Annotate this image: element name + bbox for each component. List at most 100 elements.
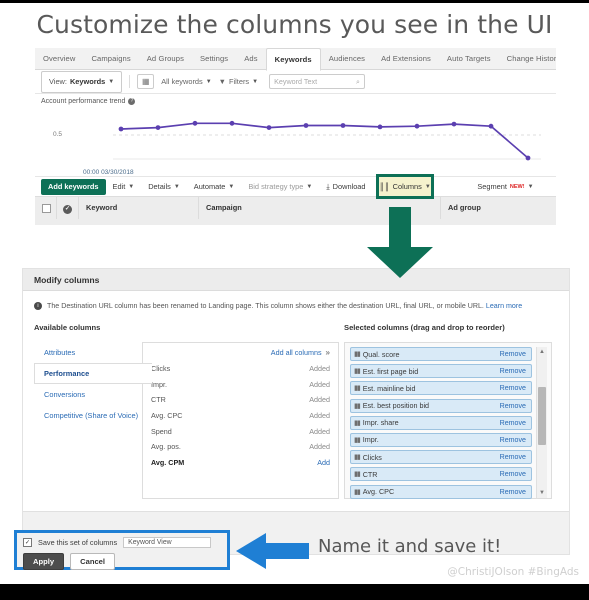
selected-row-avg-cpc[interactable]: ▮▮ Avg. CPC Remove [350,484,532,499]
tab-change-history[interactable]: Change History [499,48,556,69]
available-row-impr[interactable]: Impr. Added [151,377,330,393]
slide-canvas: Customize the columns you see in the UI … [0,0,589,600]
drag-handle-icon[interactable]: ▮▮ [354,384,361,392]
save-columns-callout: ✓ Save this set of columns Keyword View … [14,530,230,570]
grid-icon[interactable]: ▦ [137,74,155,89]
remove-link[interactable]: Remove [500,367,526,375]
scrollbar-thumb[interactable] [538,387,546,445]
save-columns-checkbox[interactable]: ✓ [23,538,32,547]
add-keywords-button[interactable]: Add keywords [41,178,106,195]
available-row-avg-pos[interactable]: Avg. pos. Added [151,439,330,455]
remove-link[interactable]: Remove [500,488,526,496]
learn-more-link[interactable]: Learn more [486,302,522,310]
chart-line [120,122,529,159]
available-row-ctr[interactable]: CTR Added [151,392,330,408]
remove-link[interactable]: Remove [500,419,526,427]
details-menu[interactable]: Details ▼ [141,182,187,191]
add-all-columns-action[interactable]: Add all columns » [151,348,330,357]
drag-handle-icon[interactable]: ▮▮ [354,402,361,410]
drag-handle-icon[interactable]: ▮▮ [354,470,361,478]
search-input[interactable]: Keyword Text ⌕ [269,74,366,89]
drag-handle-icon[interactable]: ▮▮ [354,453,361,461]
bottom-black-bar [0,584,589,600]
selected-row-clicks[interactable]: ▮▮ Clicks Remove [350,450,532,465]
search-placeholder: Keyword Text [274,77,318,86]
main-tab-bar[interactable]: Overview Campaigns Ad Groups Settings Ad… [35,48,556,71]
category-competitive[interactable]: Competitive (Share of Voice) [34,405,152,426]
tab-campaigns[interactable]: Campaigns [83,48,138,69]
tab-ad-groups[interactable]: Ad Groups [139,48,192,69]
tab-audiences[interactable]: Audiences [321,48,373,69]
selected-row-impr-share[interactable]: ▮▮ Impr. share Remove [350,415,532,430]
scope-label: All keywords [161,77,203,86]
tab-overview[interactable]: Overview [35,48,83,69]
column-header-keyword[interactable]: Keyword [79,197,199,219]
scroll-up-icon[interactable]: ▲ [539,349,545,355]
modify-columns-panel: Modify columns i The Destination URL col… [22,268,570,555]
chart-points [118,120,531,161]
x-axis-tick-label: 00:00 03/30/2018 [83,169,134,176]
drag-handle-icon[interactable]: ▮▮ [354,488,361,496]
drag-handle-icon[interactable]: ▮▮ [354,367,361,375]
save-checkbox-row[interactable]: ✓ Save this set of columns Keyword View [23,537,221,548]
drag-handle-icon[interactable]: ▮▮ [354,350,361,358]
tab-ads[interactable]: Ads [236,48,265,69]
scroll-down-icon[interactable]: ▼ [539,490,545,496]
apply-button[interactable]: Apply [23,553,65,570]
columns-button[interactable]: ║║ Columns ▼ [376,174,434,199]
search-icon: ⌕ [356,76,361,86]
segment-menu[interactable]: Segment NEW! ▼ [470,182,540,191]
selected-row-ctr[interactable]: ▮▮ CTR Remove [350,467,532,482]
remove-link[interactable]: Remove [500,384,526,392]
cancel-button[interactable]: Cancel [70,553,116,570]
available-column-add-action[interactable]: Add [317,458,330,467]
selected-row-est-mainline-bid[interactable]: ▮▮ Est. mainline bid Remove [350,381,532,396]
selected-row-est-best-position-bid[interactable]: ▮▮ Est. best position bid Remove [350,398,532,413]
chevron-down-icon: ▼ [527,183,534,190]
download-button[interactable]: ⤓ Download [319,182,372,192]
scope-dropdown[interactable]: All keywords ▼ [161,77,211,86]
available-column-name: Clicks [151,364,171,374]
selected-row-est-first-page-bid[interactable]: ▮▮ Est. first page bid Remove [350,364,532,379]
category-conversions[interactable]: Conversions [34,384,152,405]
tab-ad-extensions[interactable]: Ad Extensions [373,48,439,69]
view-selector[interactable]: View: Keywords ▼ [41,70,123,93]
available-column-status: Added [309,395,330,405]
remove-link[interactable]: Remove [500,453,526,461]
selected-list-scrollbar[interactable]: ▲ ▼ [536,347,547,498]
tab-auto-targets[interactable]: Auto Targets [439,48,499,69]
available-row-clicks[interactable]: Clicks Added [151,361,330,377]
edit-menu[interactable]: Edit ▼ [106,182,142,191]
remove-link[interactable]: Remove [500,402,526,410]
selected-column-name: Impr. [362,435,379,445]
drag-handle-icon[interactable]: ▮▮ [354,436,361,444]
available-row-spend[interactable]: Spend Added [151,423,330,439]
checkbox-icon[interactable] [42,204,51,213]
category-attributes[interactable]: Attributes [34,342,152,363]
selected-row-qual-score[interactable]: ▮▮ Qual. score Remove [350,347,532,361]
available-column-name: Avg. CPM [151,457,185,467]
available-row-avg-cpc[interactable]: Avg. CPC Added [151,408,330,424]
drag-handle-icon[interactable]: ▮▮ [354,419,361,427]
help-icon[interactable]: ? [128,98,136,105]
tab-settings[interactable]: Settings [192,48,236,69]
landing-page-notice: i The Destination URL column has been re… [23,291,569,311]
filters-dropdown[interactable]: ▼ Filters ▼ [219,77,258,86]
column-header-ad-group[interactable]: Ad group [441,197,551,219]
bid-strategy-type-menu[interactable]: Bid strategy type ▼ [241,182,319,191]
category-performance[interactable]: Performance [34,363,152,384]
status-column-header: ✓ [57,197,79,219]
save-checkbox-label: Save this set of columns [38,538,118,547]
remove-link[interactable]: Remove [500,470,526,478]
selected-row-impr[interactable]: ▮▮ Impr. Remove [350,432,532,447]
filters-label: Filters [229,77,250,86]
tab-keywords[interactable]: Keywords [265,48,321,71]
automate-menu[interactable]: Automate ▼ [187,182,242,191]
grid-action-toolbar: Add keywords Edit ▼ Details ▼ Automate ▼… [35,174,556,199]
select-all-checkbox-cell[interactable] [35,197,57,219]
selected-column-name: Clicks [362,452,382,462]
remove-link[interactable]: Remove [500,350,526,358]
column-set-name-input[interactable]: Keyword View [123,537,212,548]
available-row-avg-cpm[interactable]: Avg. CPM Add [151,455,330,471]
remove-link[interactable]: Remove [500,436,526,444]
